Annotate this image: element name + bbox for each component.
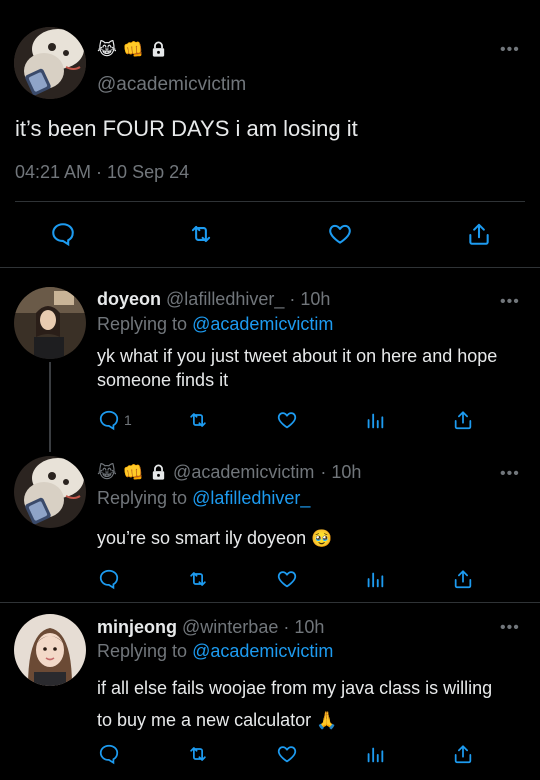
reply2-text-line: you’re so smart ily doyeon 🥹 [97, 526, 517, 550]
more-options-icon[interactable]: ••• [500, 42, 520, 58]
reply-avatar-minjeong[interactable] [14, 614, 86, 686]
reply-avatar-academicvictim[interactable] [14, 456, 86, 528]
reply3-share-icon[interactable] [452, 742, 474, 766]
reply1-like-icon[interactable] [275, 409, 299, 431]
reply2-divider [0, 602, 540, 603]
share-icon[interactable] [466, 220, 492, 248]
reply-icon[interactable] [50, 221, 76, 247]
reply2-name-line: 😹 👊 @academicvictim · 10h [97, 462, 361, 483]
fist-emoji: 👊 [122, 463, 145, 482]
crying-laughing-emoji: 😹 [97, 463, 117, 482]
reply3-time[interactable]: · 10h [283, 617, 324, 637]
reply1-share-icon[interactable] [452, 408, 474, 432]
reply3-text: if all else fails woojae from my java cl… [97, 678, 493, 730]
reply2-reply-icon[interactable] [98, 568, 120, 590]
reply1-reply-count: 1 [124, 412, 132, 428]
reply2-replying-to: Replying to @lafilledhiver_ [97, 488, 311, 508]
reply1-text: yk what if you just tweet about it on he… [97, 346, 498, 390]
reply2-time[interactable]: · 10h [320, 462, 361, 483]
reply2-replying-to-link[interactable]: @lafilledhiver_ [192, 488, 310, 508]
reply2-emoji: 🥹 [311, 529, 333, 548]
reply1-analytics-icon[interactable] [364, 409, 386, 431]
reply2-text: you’re so smart ily doyeon [97, 528, 307, 548]
reply3-like-icon[interactable] [275, 743, 299, 765]
reply3-text-block: if all else fails woojae from my java cl… [97, 672, 497, 736]
retweet-icon[interactable] [187, 221, 215, 247]
thread-connector [49, 362, 51, 452]
main-badges: 😹 👊 [97, 38, 167, 60]
lock-icon [152, 41, 165, 57]
reply1-replying-to: Replying to @academicvictim [97, 314, 334, 334]
reply2-more-options-icon[interactable]: ••• [500, 466, 520, 482]
main-tweet-text: it’s been FOUR DAYS i am losing it [15, 116, 358, 141]
main-avatar[interactable] [14, 27, 86, 99]
reply2-analytics-icon[interactable] [364, 568, 386, 590]
reply-avatar-doyeon[interactable] [14, 287, 86, 359]
like-icon[interactable] [326, 221, 354, 247]
lock-icon [152, 464, 165, 480]
reply3-reply-icon[interactable] [98, 743, 120, 765]
crying-laughing-emoji: 😹 [97, 39, 117, 59]
reply1-more-options-icon[interactable]: ••• [500, 294, 520, 310]
reply1-display-name[interactable]: doyeon [97, 289, 161, 309]
actions-divider [0, 267, 540, 268]
reply1-reply-icon[interactable] [98, 409, 120, 431]
reply2-like-icon[interactable] [275, 568, 299, 590]
main-handle[interactable]: @academicvictim [97, 74, 246, 96]
reply1-retweet-icon[interactable] [186, 409, 210, 431]
reply1-replying-to-link[interactable]: @academicvictim [192, 314, 333, 334]
main-divider [15, 201, 525, 202]
reply1-name-line: doyeon @lafilledhiver_ · 10h [97, 289, 330, 310]
main-timestamp[interactable]: 04:21 AM · 10 Sep 24 [15, 162, 189, 183]
reply3-replying-to: Replying to @academicvictim [97, 641, 334, 661]
reply2-handle[interactable]: @academicvictim [173, 462, 314, 483]
fist-emoji: 👊 [122, 39, 145, 59]
reply3-analytics-icon[interactable] [364, 743, 386, 765]
reply1-time[interactable]: · 10h [289, 289, 330, 309]
reply2-share-icon[interactable] [452, 567, 474, 591]
reply1-handle[interactable]: @lafilledhiver_ [166, 289, 284, 309]
reply3-handle[interactable]: @winterbae [182, 617, 278, 637]
reply3-name-line: minjeong @winterbae · 10h [97, 617, 324, 638]
reply2-retweet-icon[interactable] [186, 568, 210, 590]
reply3-emoji: 🙏 [316, 711, 338, 730]
reply3-more-options-icon[interactable]: ••• [500, 620, 520, 636]
reply3-replying-to-link[interactable]: @academicvictim [192, 641, 333, 661]
reply3-retweet-icon[interactable] [186, 743, 210, 765]
reply3-display-name[interactable]: minjeong [97, 617, 177, 637]
